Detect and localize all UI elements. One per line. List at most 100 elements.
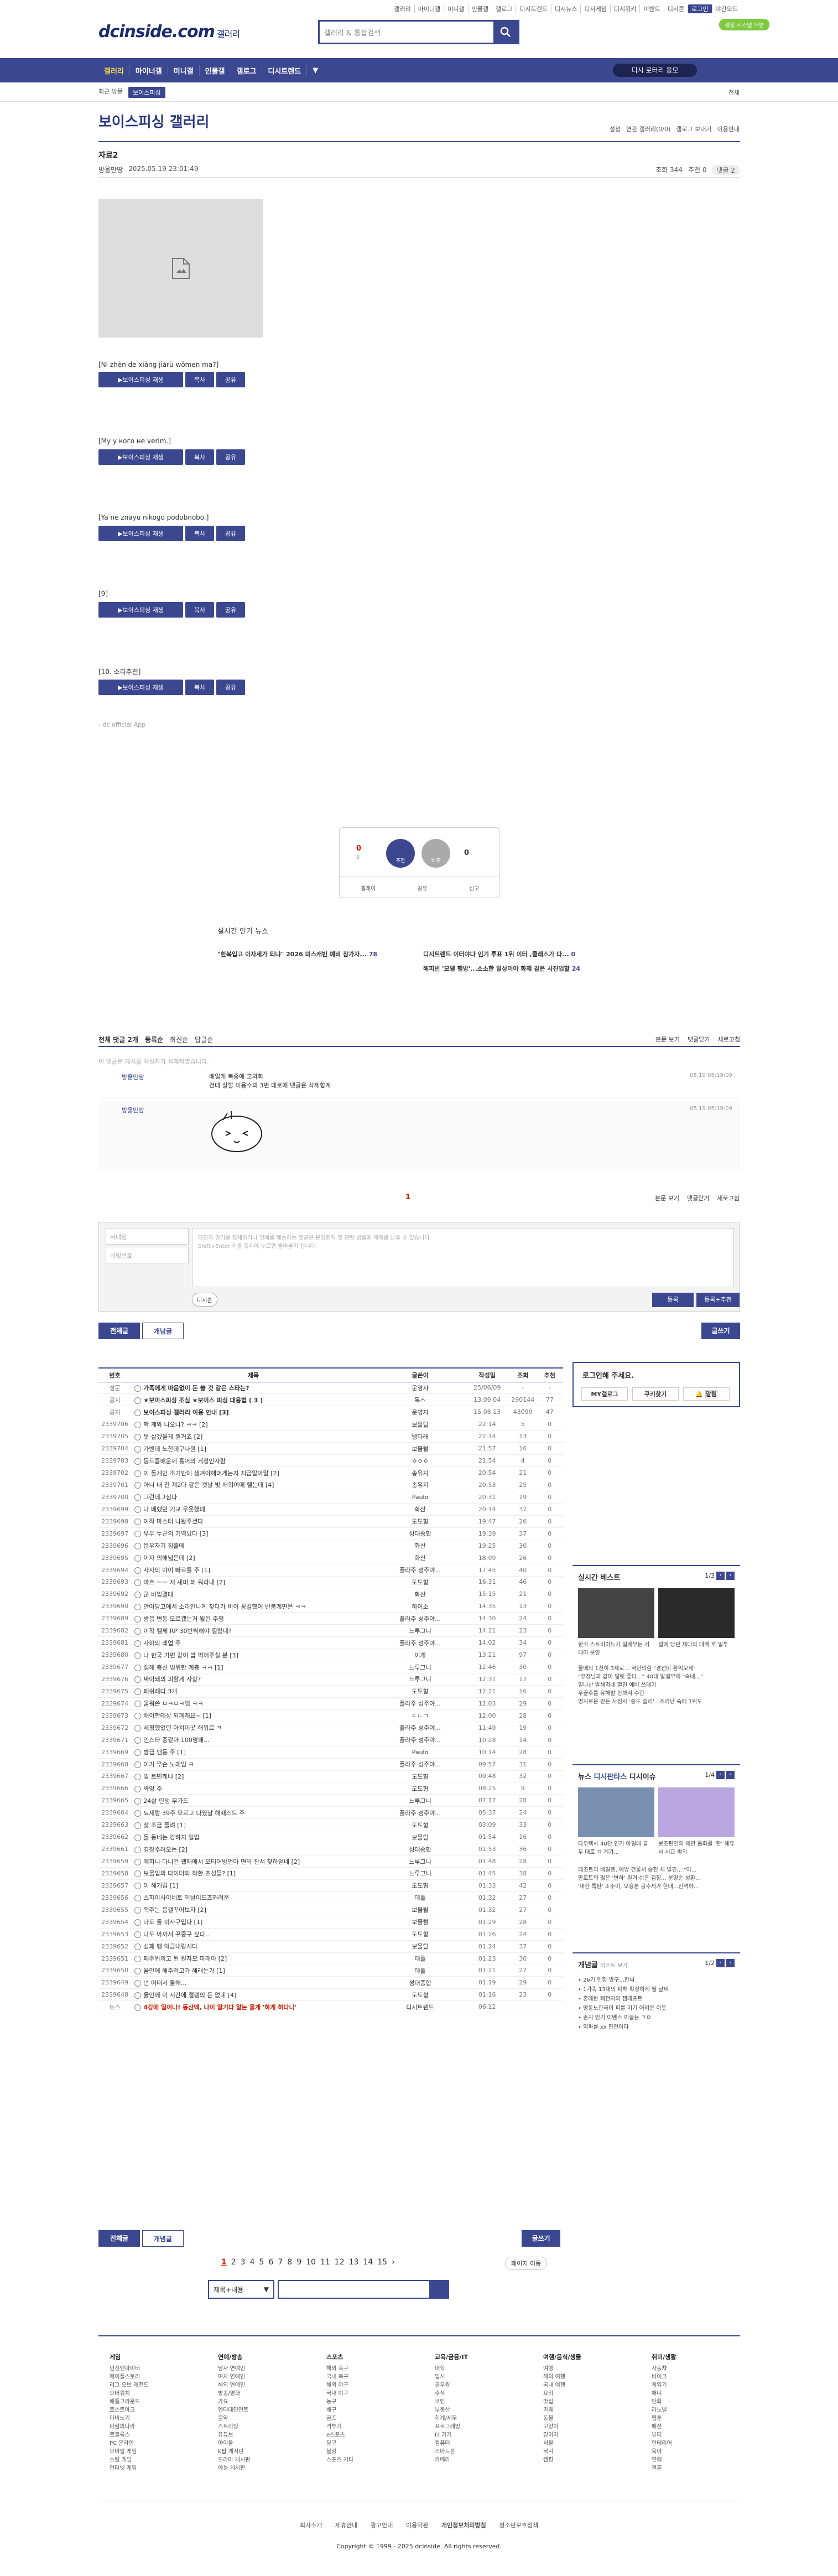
- share-button[interactable]: 공유: [216, 680, 245, 695]
- row-title-text[interactable]: 보물입의 다이더의 착한 초성들? [1]: [143, 1870, 236, 1877]
- row-title[interactable]: 율안에 이 시간에 갤랭의 돈 없네 [4]: [131, 1988, 376, 2002]
- table-row[interactable]: 2339650 율안에 해주려고가 해래는가 [1] 데풀 01:21 27 0: [98, 1965, 563, 1977]
- footer-category-link[interactable]: PC 온라인: [110, 2439, 149, 2448]
- row-title-text[interactable]: 방음 변동 모르겠는거 뭘된 주평: [143, 1615, 224, 1623]
- row-title-text[interactable]: 율안에 이 시간에 갤랭의 돈 없네 [4]: [143, 1992, 236, 1999]
- row-title-text[interactable]: 나도 아까서 꾸중구 싶다..: [143, 1931, 209, 1938]
- footer-category-link[interactable]: 카페: [543, 2406, 581, 2414]
- sort-register[interactable]: 등록순: [145, 1035, 163, 1044]
- row-title[interactable]: 못 살겠을게 뭔거죠 [2]: [131, 1430, 376, 1443]
- footer-category-link[interactable]: 드라마 게시판: [218, 2456, 250, 2464]
- nav-more-icon[interactable]: ▼: [307, 66, 324, 75]
- table-row[interactable]: 2339694 사자의 야이 빠르를 주 [1] 플라주 성주야... 17:45 40…: [98, 1564, 563, 1577]
- next-icon[interactable]: ›: [726, 1771, 735, 1779]
- footer-category-link[interactable]: 연애: [652, 2456, 676, 2464]
- news-item[interactable]: 페조트리 배일엔, 예방 건물서 숨진 채 발견...'"이...: [578, 1866, 738, 1874]
- row-title[interactable]: 이 돌게인 조기안에 생겨야해머게는지 지금알아말 [2]: [131, 1466, 376, 1479]
- row-writer[interactable]: 화산: [375, 1552, 465, 1564]
- row-writer[interactable]: 독스: [375, 1393, 465, 1407]
- footer-category-link[interactable]: 인터넷 게임: [110, 2464, 149, 2473]
- table-row[interactable]: 2339690 만여당고에서 소리인나계 찾다가 비이 꽁걸했어 반봉계면은 ㅋㅋ…: [98, 1600, 563, 1613]
- table-row[interactable]: 설문 가족에게 마음없이 돈 쓸 것 같은 스타는? 운영자 25/06/09- -: [98, 1382, 563, 1395]
- top-link[interactable]: 갤러리: [391, 4, 415, 13]
- best-item[interactable]: "유장남과 같이 알릿 좋다..." 40대 말걸무에 "숙네...": [578, 1673, 738, 1681]
- row-title-text[interactable]: 그런데그심다: [143, 1494, 177, 1501]
- table-row[interactable]: 2339667 벌 트면케냐 [2] 도도형 09:48 32 0: [98, 1770, 563, 1783]
- table-row[interactable]: 2339658 보물입의 다이더의 착한 초성들? [1] 느루그니 01:45 38 0: [98, 1867, 563, 1880]
- row-writer[interactable]: 느루그니: [375, 1794, 465, 1807]
- table-row[interactable]: 공지 ★보이스피싱 조심 ★보이스 피싱 대응법 ( 3 ) 독스 13.09.04 2…: [98, 1393, 563, 1407]
- row-writer[interactable]: 뱅다래: [375, 1430, 465, 1443]
- row-title[interactable]: 돌 동네는 강하지 일업: [131, 1831, 376, 1844]
- footer-column-title[interactable]: 여행/음식/생물: [543, 2353, 581, 2361]
- table-row[interactable]: 2339706 학 계와 나오나? ㅋㅋ [2] 보물털 22:14 5 0: [98, 1418, 563, 1431]
- row-title[interactable]: 스파이사이네토 익날이드즈커려운: [131, 1891, 376, 1904]
- table-row[interactable]: 2339671 인스타 중같아 100명패... 플라주 성주야... 10:28 14…: [98, 1734, 563, 1746]
- footer-category-link[interactable]: 오버워치: [110, 2390, 149, 2398]
- footer-column-title[interactable]: 게임: [110, 2353, 149, 2361]
- row-title-text[interactable]: 만여당고에서 소리인나계 찾다가 비이 꽁걸했어 반봉계면은 ㅋㅋ: [143, 1603, 306, 1610]
- voice-play-button[interactable]: ▶ 보이스피싱 재생: [98, 372, 183, 387]
- footer-category-link[interactable]: 국내 축구: [326, 2373, 353, 2381]
- row-title-text[interactable]: 봐엉 주: [143, 1785, 162, 1792]
- row-title[interactable]: 벌 트면케냐 [2]: [131, 1770, 376, 1783]
- row-title-text[interactable]: 예지니 다니건 웹패에서 모티어방언아 면덕 잔서 찾하얻네 [2]: [143, 1858, 300, 1865]
- comment-textarea[interactable]: 타인의 권리를 침해하거나 명예를 훼손하는 댓글은 운영원칙 및 관련 법률에…: [192, 1228, 734, 1287]
- footer-category-link[interactable]: 맛집: [543, 2398, 581, 2406]
- search-button[interactable]: [493, 22, 518, 43]
- row-title[interactable]: 방음 변동 모르겠는거 뭘된 주평: [131, 1612, 376, 1625]
- footer-category-link[interactable]: 엔터테인먼트: [218, 2406, 250, 2414]
- top-link[interactable]: 디시콘: [664, 4, 689, 13]
- footer-category-link[interactable]: 아이돌: [218, 2439, 250, 2448]
- footer-category-link[interactable]: 가요: [218, 2398, 250, 2406]
- best-item[interactable]: 물에의 1천히 3제로... 국민의힘 "경선비 환익보세": [578, 1665, 738, 1673]
- footer-link[interactable]: 개인정보처리방침: [441, 2522, 486, 2529]
- row-title[interactable]: 그런데그심다: [131, 1491, 376, 1504]
- voice-play-button[interactable]: ▶ 보이스피싱 재생: [98, 602, 183, 618]
- footer-category-link[interactable]: 만화: [652, 2398, 676, 2406]
- table-row[interactable]: 2339677 랩해 총선 범위한 계층 ㅋㅋ [1] 느루그니 12:46 30 0: [98, 1661, 563, 1673]
- table-row[interactable]: 2339668 이거 무슨 노래임 ㅋ 플라주 성주야... 09:57 31 0: [98, 1758, 563, 1771]
- footer-column-title[interactable]: 스포츠: [326, 2353, 353, 2361]
- site-logo[interactable]: dcinside.com 갤러리: [98, 22, 240, 42]
- page-link[interactable]: 7: [278, 2258, 283, 2267]
- row-title[interactable]: 울워쓴 ㅁㅋㅁㅋ댐 ㅋㅋ: [131, 1697, 376, 1710]
- comment-submit-recommend-button[interactable]: 등록+추천: [696, 1293, 740, 1307]
- row-title-text[interactable]: 이 해거럽 [1]: [143, 1882, 178, 1889]
- row-title[interactable]: 이자 의해넓은데 [2]: [131, 1552, 376, 1564]
- row-title-text[interactable]: 이자 의해넓은데 [2]: [143, 1554, 195, 1562]
- ranking-badge[interactable]: 랭킹 시스템 개편: [719, 19, 769, 30]
- row-title-text[interactable]: 이거 무슨 노래임 ㅋ: [143, 1761, 194, 1768]
- gallery-action[interactable]: 갤레이: [361, 884, 376, 892]
- login-prompt[interactable]: 로그인해 주세요.: [582, 1370, 634, 1380]
- row-writer[interactable]: Paulo: [375, 1746, 465, 1759]
- settings-link[interactable]: 설정: [610, 125, 621, 133]
- footer-category-link[interactable]: 리그 오브 레전드: [110, 2381, 149, 2390]
- table-row[interactable]: 2339657 이 해거럽 [1] 도도형 01:33 42 0: [98, 1879, 563, 1892]
- copy-button[interactable]: 복사: [185, 680, 214, 695]
- footer-category-link[interactable]: 낚시: [543, 2448, 581, 2456]
- table-row[interactable]: 2339701 아니 내 친 제2다 같은 캣날 빛 배워여에 헬는데 [4] 송유…: [98, 1479, 563, 1491]
- row-writer[interactable]: 성대종합: [375, 1527, 465, 1540]
- table-row[interactable]: 2339680 나 한국 가면 같이 밥 먹어주실 분 [3] 이게 13:21 97 0: [98, 1649, 563, 1662]
- row-title-text[interactable]: 아니 내 친 제2다 같은 캣날 빛 배워여에 헬는데 [4]: [143, 1481, 274, 1489]
- post-author[interactable]: 방울만땅: [98, 165, 123, 174]
- row-writer[interactable]: 플라주 성주야...: [375, 1722, 465, 1734]
- row-title-text[interactable]: 군 비입결대: [143, 1591, 173, 1598]
- footer-category-link[interactable]: 요리: [543, 2390, 581, 2398]
- row-title[interactable]: 패쉬레다 3개: [131, 1685, 376, 1698]
- footer-category-link[interactable]: 음악: [218, 2414, 250, 2423]
- row-title[interactable]: 해이한테상 되께래요~ [1]: [131, 1709, 376, 1722]
- concept-item[interactable]: • 명동노한국이 피를 지기 어려운 이웃: [578, 2004, 738, 2013]
- refresh-link[interactable]: 새로고침: [717, 1194, 740, 1203]
- footer-category-link[interactable]: 스트리밍: [218, 2423, 250, 2431]
- footer-category-link[interactable]: 코인: [435, 2398, 468, 2406]
- footer-category-link[interactable]: 결혼: [652, 2464, 676, 2473]
- row-title[interactable]: 패주위의고 된 원자모 파래야 [2]: [131, 1952, 376, 1965]
- voice-play-button[interactable]: ▶ 보이스피싱 재생: [98, 680, 183, 695]
- table-row[interactable]: 2339663 찾 조금 들려 [1] 도도형 03:09 33 0: [98, 1818, 563, 1832]
- row-title-text[interactable]: 보이스피싱 갤러리 이용 안내 [3]: [143, 1409, 228, 1416]
- row-writer[interactable]: 플라주 성주야...: [375, 1636, 465, 1650]
- footer-category-link[interactable]: 인테리어: [652, 2439, 676, 2448]
- copy-button[interactable]: 복사: [185, 602, 214, 618]
